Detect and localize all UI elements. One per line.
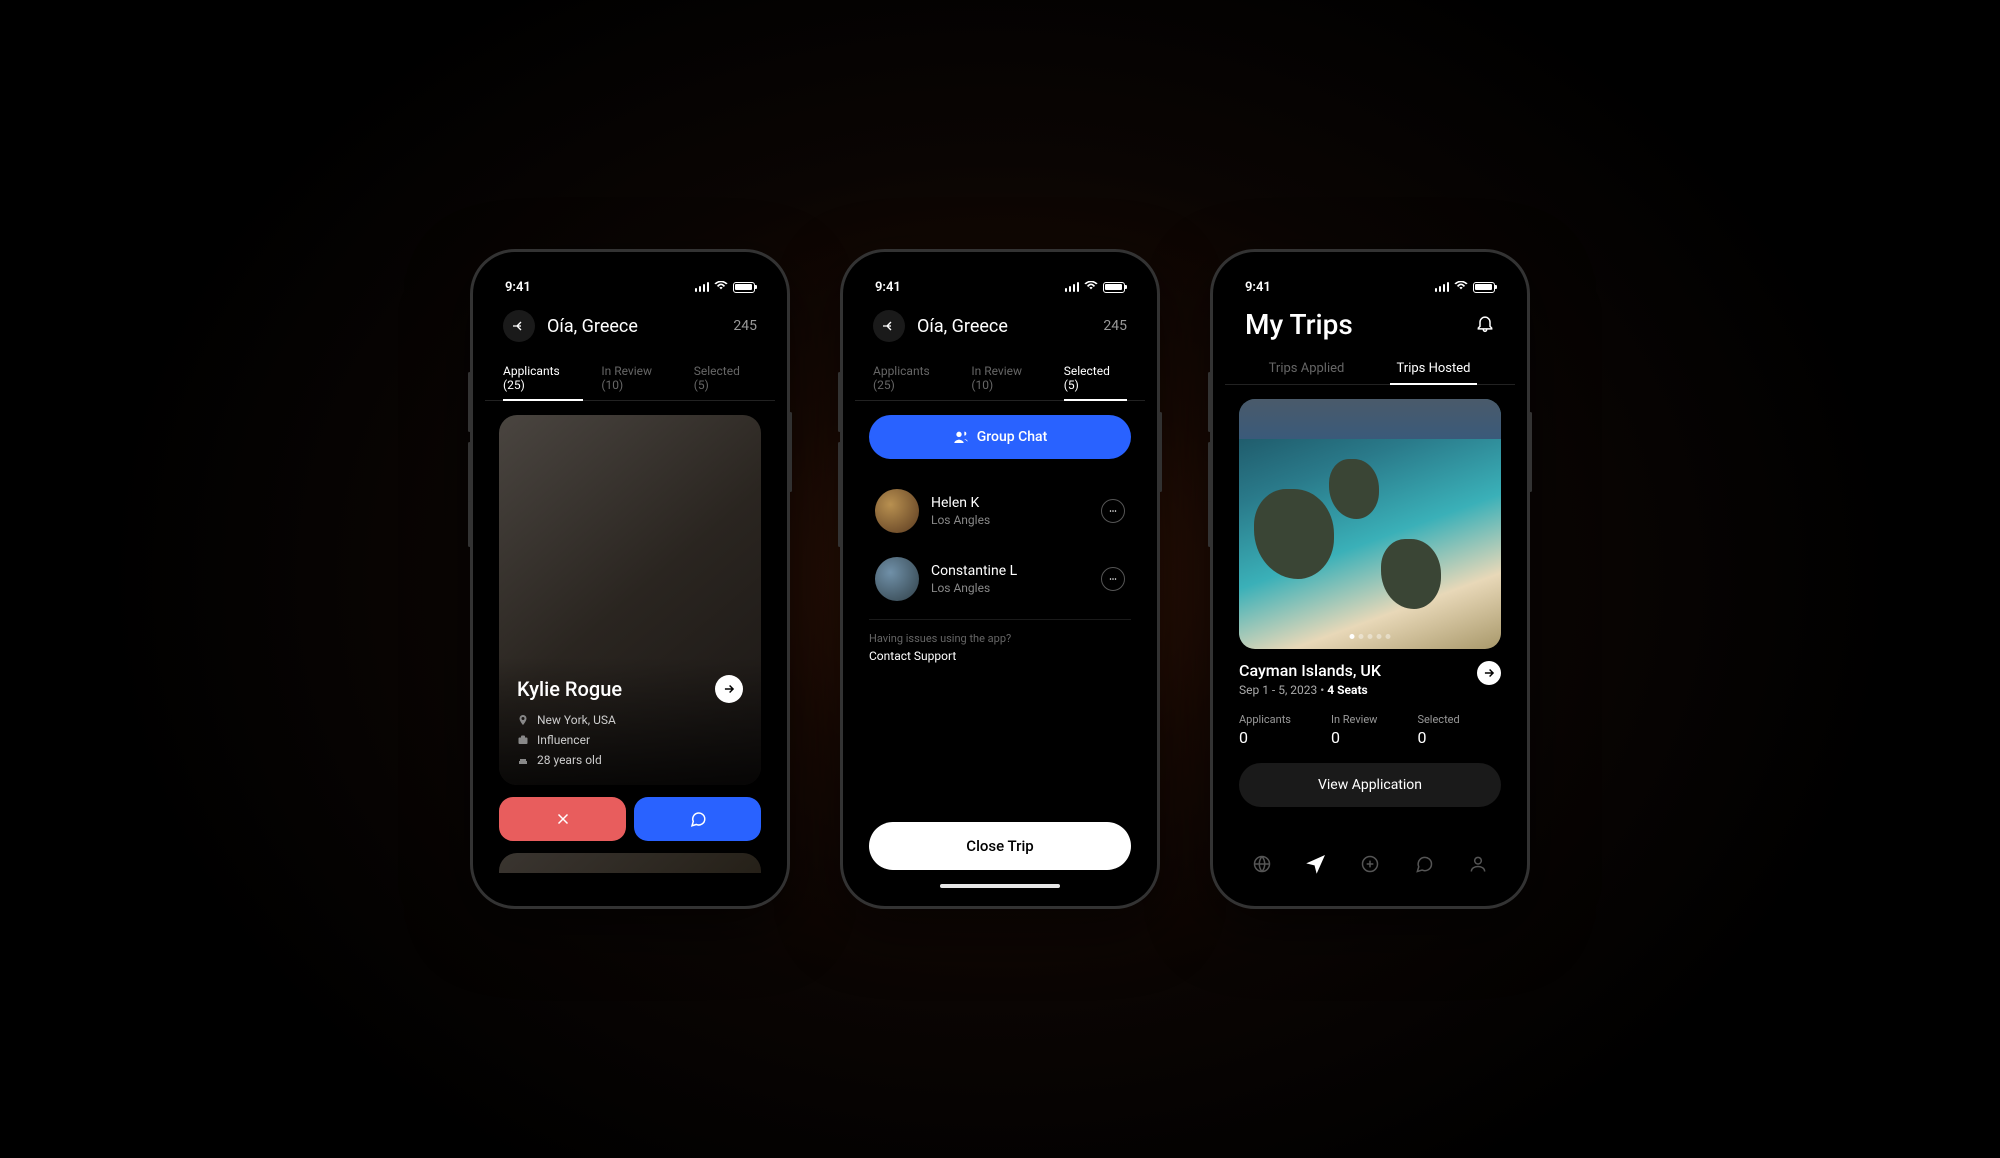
notch — [1310, 264, 1430, 289]
divider — [869, 619, 1131, 620]
group-chat-button[interactable]: Group Chat — [869, 415, 1131, 459]
header: My Trips — [1225, 300, 1515, 353]
arrow-right-icon — [1482, 666, 1496, 680]
back-button[interactable] — [503, 310, 535, 342]
globe-icon — [1252, 854, 1272, 874]
stat-applicants: 0 — [1239, 728, 1291, 747]
view-application-button[interactable]: View Application — [1239, 763, 1501, 807]
member-location: Los Angles — [931, 513, 1089, 527]
notch — [570, 264, 690, 289]
nav-trips[interactable] — [1306, 854, 1326, 878]
trip-count: 245 — [733, 318, 757, 334]
chat-icon — [1414, 854, 1434, 874]
page-title: Oía, Greece — [917, 316, 1008, 337]
member-row[interactable]: Helen K Los Angles — [869, 477, 1131, 545]
phone-mockup-1: 9:41 Oía, Greece 245 Applicants (25) In … — [470, 249, 790, 909]
tabs: Applicants (25) In Review (10) Selected … — [855, 352, 1145, 401]
wifi-icon — [1454, 280, 1468, 295]
dots-icon — [1107, 505, 1119, 517]
page-title: Oía, Greece — [547, 316, 638, 337]
member-name: Constantine L — [931, 563, 1089, 579]
status-time: 9:41 — [875, 280, 901, 295]
x-icon — [554, 810, 572, 828]
wifi-icon — [1084, 280, 1098, 295]
battery-icon — [733, 282, 755, 293]
tabs: Applicants (25) In Review (10) Selected … — [485, 352, 775, 401]
pin-icon — [517, 714, 529, 726]
back-button[interactable] — [873, 310, 905, 342]
trip-title: Cayman Islands, UK — [1239, 661, 1381, 680]
nav-messages[interactable] — [1414, 854, 1434, 878]
signal-icon — [1065, 282, 1080, 292]
notifications-button[interactable] — [1475, 313, 1495, 337]
group-icon — [953, 429, 969, 445]
user-icon — [1468, 854, 1488, 874]
trip-count: 245 — [1103, 318, 1127, 334]
stat-in-review: 0 — [1331, 728, 1377, 747]
tab-bar — [1225, 842, 1515, 894]
applicant-location: New York, USA — [517, 713, 743, 727]
arrow-right-icon — [722, 682, 736, 696]
reject-button[interactable] — [499, 797, 626, 841]
image-pagination[interactable] — [1350, 634, 1391, 639]
tab-in-review[interactable]: In Review (10) — [601, 356, 675, 400]
message-button[interactable] — [634, 797, 761, 841]
trip-tabs: Trips Applied Trips Hosted — [1225, 353, 1515, 385]
phone-mockup-3: 9:41 My Trips Trips Applied Trips Hosted — [1210, 249, 1530, 909]
header: Oía, Greece 245 — [485, 300, 775, 352]
tab-applicants[interactable]: Applicants (25) — [503, 356, 583, 400]
tab-in-review[interactable]: In Review (10) — [971, 356, 1045, 400]
avatar — [875, 557, 919, 601]
dm-button[interactable] — [1101, 567, 1125, 591]
trip-subtitle: Sep 1 - 5, 2023 • 4 Seats — [1239, 683, 1381, 697]
bell-icon — [1475, 313, 1495, 333]
applicant-age: 28 years old — [517, 753, 743, 767]
member-location: Los Angles — [931, 581, 1089, 595]
applicant-name: Kylie Rogue — [517, 677, 622, 701]
applicant-role: Influencer — [517, 733, 743, 747]
trip-image[interactable] — [1239, 399, 1501, 649]
signal-icon — [695, 282, 710, 292]
nav-create[interactable] — [1360, 854, 1380, 878]
applicant-card[interactable]: Kylie Rogue New York, USA Influencer — [499, 415, 761, 785]
arrow-left-icon — [511, 318, 527, 334]
tab-selected[interactable]: Selected (5) — [694, 356, 757, 400]
header: Oía, Greece 245 — [855, 300, 1145, 352]
contact-support-link[interactable]: Contact Support — [869, 649, 1131, 663]
member-name: Helen K — [931, 495, 1089, 511]
next-card-peek — [499, 853, 761, 873]
briefcase-icon — [517, 734, 529, 746]
phone-mockup-2: 9:41 Oía, Greece 245 Applicants (25) In … — [840, 249, 1160, 909]
cake-icon — [517, 754, 529, 766]
stat-selected: 0 — [1417, 728, 1459, 747]
view-profile-button[interactable] — [715, 675, 743, 703]
dots-icon — [1107, 573, 1119, 585]
battery-icon — [1473, 282, 1495, 293]
nav-explore[interactable] — [1252, 854, 1272, 878]
home-indicator[interactable] — [940, 884, 1060, 888]
close-trip-button[interactable]: Close Trip — [869, 822, 1131, 870]
notch — [940, 264, 1060, 289]
arrow-left-icon — [881, 318, 897, 334]
wifi-icon — [714, 280, 728, 295]
dm-button[interactable] — [1101, 499, 1125, 523]
open-trip-button[interactable] — [1477, 661, 1501, 685]
trip-stats: Applicants 0 In Review 0 Selected 0 — [1239, 713, 1501, 747]
member-row[interactable]: Constantine L Los Angles — [869, 545, 1131, 613]
status-time: 9:41 — [505, 280, 531, 295]
avatar — [875, 489, 919, 533]
tab-selected[interactable]: Selected (5) — [1064, 356, 1127, 400]
status-time: 9:41 — [1245, 280, 1271, 295]
support-label: Having issues using the app? — [869, 632, 1131, 645]
tab-applicants[interactable]: Applicants (25) — [873, 356, 953, 400]
nav-profile[interactable] — [1468, 854, 1488, 878]
tab-trips-hosted[interactable]: Trips Hosted — [1370, 353, 1497, 384]
battery-icon — [1103, 282, 1125, 293]
chat-icon — [689, 810, 707, 828]
signal-icon — [1435, 282, 1450, 292]
page-title: My Trips — [1245, 308, 1353, 341]
plus-circle-icon — [1360, 854, 1380, 874]
tab-trips-applied[interactable]: Trips Applied — [1243, 353, 1370, 384]
arrow-nav-icon — [1306, 854, 1326, 874]
